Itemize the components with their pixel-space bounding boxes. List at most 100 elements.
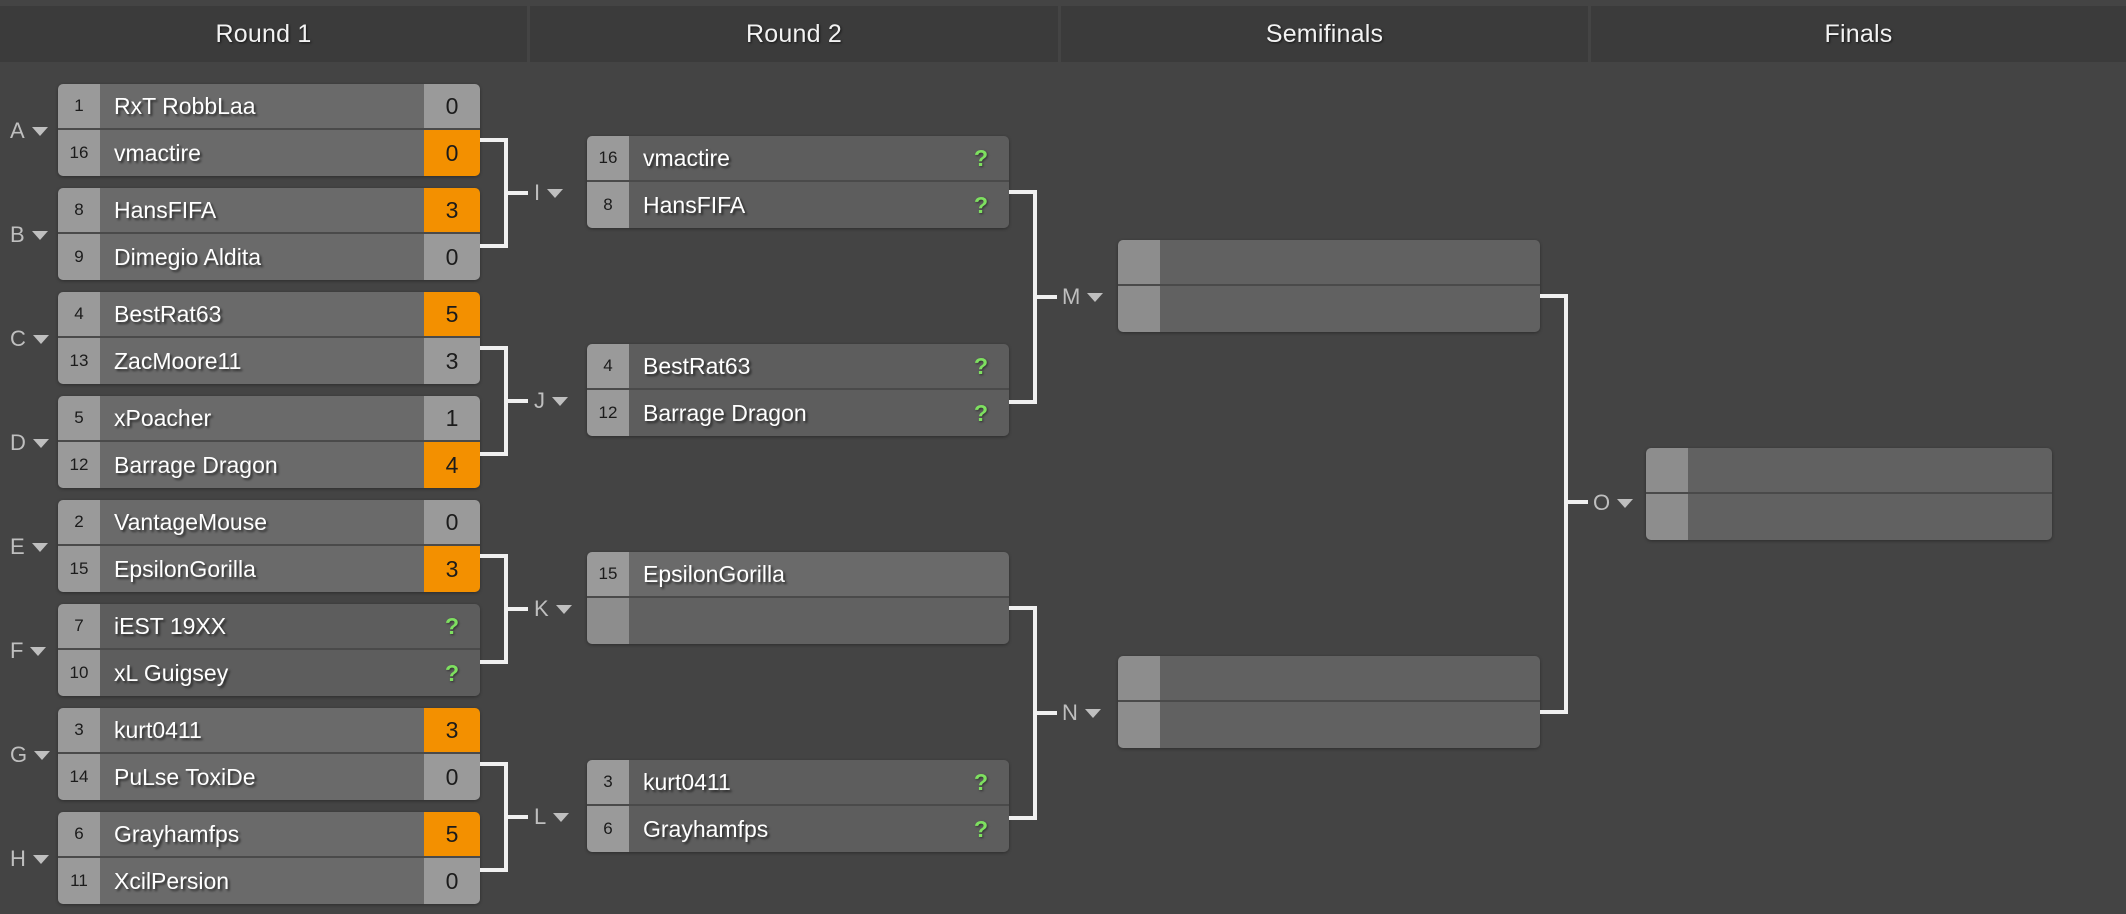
match-m[interactable] (1118, 240, 1540, 332)
match-slot-bottom[interactable]: 12 Barrage Dragon 4 (58, 442, 480, 488)
match-slot-bottom[interactable]: 13 ZacMoore11 3 (58, 338, 480, 384)
seed-number: 13 (58, 338, 100, 384)
seed-number: 14 (58, 754, 100, 800)
group-label-c[interactable]: C (10, 326, 49, 352)
match-label-text: M (1062, 284, 1081, 309)
round-header-round-1[interactable]: Round 1 (0, 6, 530, 62)
round-header-semifinals[interactable]: Semifinals (1061, 6, 1591, 62)
match-j[interactable]: 4 BestRat63 ? 12 Barrage Dragon ? (587, 344, 1009, 436)
group-label-a[interactable]: A (10, 118, 48, 144)
match-label-o[interactable]: O (1593, 490, 1634, 516)
match-slot-bottom[interactable]: 12 Barrage Dragon ? (587, 390, 1009, 436)
match-slot-top[interactable]: 3 kurt0411 ? (587, 760, 1009, 806)
match-n[interactable] (1118, 656, 1540, 748)
match-slot-top[interactable] (1118, 656, 1540, 702)
group-label-text: E (10, 534, 25, 559)
connector-line (504, 191, 528, 195)
match-label-text: J (534, 388, 545, 413)
player-name: iEST 19XX (100, 604, 424, 648)
match-slot-top[interactable]: 7 iEST 19XX ? (58, 604, 480, 650)
match-label-i[interactable]: I (534, 180, 564, 206)
match-slot-bottom[interactable] (1118, 286, 1540, 332)
seed-number (1646, 448, 1688, 492)
match-label-l[interactable]: L (534, 804, 570, 830)
match-label-k[interactable]: K (534, 596, 572, 622)
match-slot-bottom[interactable]: 8 HansFIFA ? (587, 182, 1009, 228)
match-slot-bottom[interactable] (1646, 494, 2052, 540)
match-slot-top[interactable]: 15 EpsilonGorilla (587, 552, 1009, 598)
match-c[interactable]: 4 BestRat63 5 13 ZacMoore11 3 (58, 292, 480, 384)
score-value: 3 (424, 338, 480, 384)
match-slot-top[interactable]: 1 RxT RobbLaa 0 (58, 84, 480, 130)
player-name (629, 598, 1009, 644)
match-slot-bottom[interactable]: 14 PuLse ToxiDe 0 (58, 754, 480, 800)
match-slot-bottom[interactable]: 15 EpsilonGorilla 3 (58, 546, 480, 592)
score-value: 0 (424, 234, 480, 280)
seed-number: 3 (58, 708, 100, 752)
seed-number: 12 (58, 442, 100, 488)
match-slot-top[interactable]: 4 BestRat63 ? (587, 344, 1009, 390)
chevron-down-icon (32, 334, 49, 344)
match-o[interactable] (1646, 448, 2052, 540)
match-slot-bottom[interactable]: 6 Grayhamfps ? (587, 806, 1009, 852)
connector-line (1564, 294, 1568, 714)
group-label-h[interactable]: H (10, 846, 49, 872)
match-slot-top[interactable] (1118, 240, 1540, 286)
seed-number: 4 (587, 344, 629, 388)
score-value: ? (424, 650, 480, 696)
match-l[interactable]: 3 kurt0411 ? 6 Grayhamfps ? (587, 760, 1009, 852)
match-slot-top[interactable]: 16 vmactire ? (587, 136, 1009, 182)
seed-number: 15 (587, 552, 629, 596)
match-f[interactable]: 7 iEST 19XX ? 10 xL Guigsey ? (58, 604, 480, 696)
round-headers: Round 1 Round 2 Semifinals Finals (0, 6, 2126, 62)
match-g[interactable]: 3 kurt0411 3 14 PuLse ToxiDe 0 (58, 708, 480, 800)
match-slot-top[interactable]: 6 Grayhamfps 5 (58, 812, 480, 858)
group-label-e[interactable]: E (10, 534, 48, 560)
group-label-b[interactable]: B (10, 222, 48, 248)
match-i[interactable]: 16 vmactire ? 8 HansFIFA ? (587, 136, 1009, 228)
match-d[interactable]: 5 xPoacher 1 12 Barrage Dragon 4 (58, 396, 480, 488)
seed-number: 15 (58, 546, 100, 592)
match-slot-bottom[interactable] (587, 598, 1009, 644)
match-a[interactable]: 1 RxT RobbLaa 0 16 vmactire 0 (58, 84, 480, 176)
player-name: Dimegio Aldita (100, 234, 424, 280)
group-label-g[interactable]: G (10, 742, 51, 768)
match-b[interactable]: 8 HansFIFA 3 9 Dimegio Aldita 0 (58, 188, 480, 280)
match-slot-top[interactable]: 5 xPoacher 1 (58, 396, 480, 442)
match-slot-bottom[interactable]: 11 XcilPersion 0 (58, 858, 480, 904)
score-value: ? (953, 806, 1009, 852)
score-value: 3 (424, 708, 480, 752)
match-slot-bottom[interactable]: 9 Dimegio Aldita 0 (58, 234, 480, 280)
group-label-d[interactable]: D (10, 430, 49, 456)
player-name (1688, 494, 2052, 540)
player-name (1160, 240, 1540, 284)
connector-line (1009, 400, 1037, 404)
match-label-text: I (534, 180, 541, 205)
player-name (1688, 448, 2052, 492)
match-slot-top[interactable]: 3 kurt0411 3 (58, 708, 480, 754)
match-slot-top[interactable] (1646, 448, 2052, 494)
match-slot-bottom[interactable] (1118, 702, 1540, 748)
match-k[interactable]: 15 EpsilonGorilla (587, 552, 1009, 644)
seed-number: 3 (587, 760, 629, 804)
player-name (1160, 656, 1540, 700)
match-slot-top[interactable]: 2 VantageMouse 0 (58, 500, 480, 546)
group-label-text: D (10, 430, 26, 455)
match-slot-top[interactable]: 8 HansFIFA 3 (58, 188, 480, 234)
seed-number (587, 598, 629, 644)
connector-line (480, 868, 508, 872)
round-header-finals[interactable]: Finals (1591, 6, 2126, 62)
match-slot-bottom[interactable]: 16 vmactire 0 (58, 130, 480, 176)
match-label-n[interactable]: N (1062, 700, 1101, 726)
seed-number: 12 (587, 390, 629, 436)
player-name: HansFIFA (629, 182, 953, 228)
round-header-round-2[interactable]: Round 2 (530, 6, 1061, 62)
match-slot-bottom[interactable]: 10 xL Guigsey ? (58, 650, 480, 696)
group-label-f[interactable]: F (10, 638, 47, 664)
match-h[interactable]: 6 Grayhamfps 5 11 XcilPersion 0 (58, 812, 480, 904)
match-slot-top[interactable]: 4 BestRat63 5 (58, 292, 480, 338)
match-e[interactable]: 2 VantageMouse 0 15 EpsilonGorilla 3 (58, 500, 480, 592)
match-label-j[interactable]: J (534, 388, 568, 414)
match-label-m[interactable]: M (1062, 284, 1104, 310)
round-header-label: Finals (1824, 19, 1893, 48)
